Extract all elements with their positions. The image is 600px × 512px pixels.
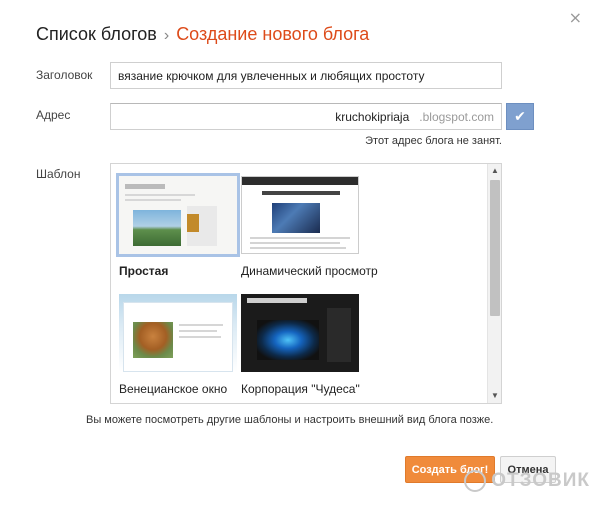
- title-input[interactable]: вязание крючком для увлеченных и любящих…: [110, 62, 502, 89]
- template-corporation-label: Корпорация "Чудеса": [241, 382, 360, 396]
- address-input[interactable]: kruchokipriaja .blogspot.com: [110, 103, 502, 130]
- scrollbar-thumb[interactable]: [490, 180, 500, 316]
- template-simple-thumbnail: [116, 173, 240, 257]
- breadcrumb-current: Создание нового блога: [176, 24, 370, 44]
- cancel-button[interactable]: Отмена: [500, 456, 556, 483]
- address-domain-suffix: .blogspot.com: [419, 109, 494, 124]
- title-label: Заголовок: [36, 68, 93, 82]
- create-blog-button[interactable]: Создать блог!: [405, 456, 495, 483]
- template-label: Шаблон: [36, 167, 81, 181]
- breadcrumb-separator-icon: ›: [163, 27, 170, 44]
- address-input-value: kruchokipriaja: [335, 109, 410, 124]
- template-gallery[interactable]: Простая Динамический просмотр Венецианск…: [110, 163, 502, 404]
- template-dynamic-label: Динамический просмотр: [241, 264, 378, 278]
- address-status-text: Этот адрес блога не занят.: [365, 135, 502, 147]
- create-blog-dialog: × Список блогов › Создание нового блога За…: [0, 0, 600, 512]
- breadcrumb: Список блогов › Создание нового блога: [36, 24, 369, 45]
- scroll-down-icon[interactable]: ▼: [488, 389, 501, 403]
- breadcrumb-blog-list[interactable]: Список блогов: [36, 24, 157, 44]
- title-input-value: вязание крючком для увлеченных и любящих…: [118, 68, 425, 83]
- template-simple-label: Простая: [119, 264, 169, 278]
- template-venetian-thumbnail: [119, 294, 237, 372]
- template-corporation-thumbnail: [241, 294, 359, 372]
- scroll-up-icon[interactable]: ▲: [488, 164, 501, 178]
- template-note: Вы можете посмотреть другие шаблоны и на…: [86, 414, 494, 426]
- check-address-button[interactable]: ✔: [506, 103, 534, 130]
- address-label: Адрес: [36, 108, 71, 122]
- template-dynamic-thumbnail: [241, 176, 359, 254]
- template-venetian-label: Венецианское окно: [119, 382, 228, 396]
- checkmark-icon: ✔: [514, 108, 526, 124]
- template-scrollbar[interactable]: ▲ ▼: [487, 164, 501, 403]
- close-icon[interactable]: ×: [569, 10, 582, 26]
